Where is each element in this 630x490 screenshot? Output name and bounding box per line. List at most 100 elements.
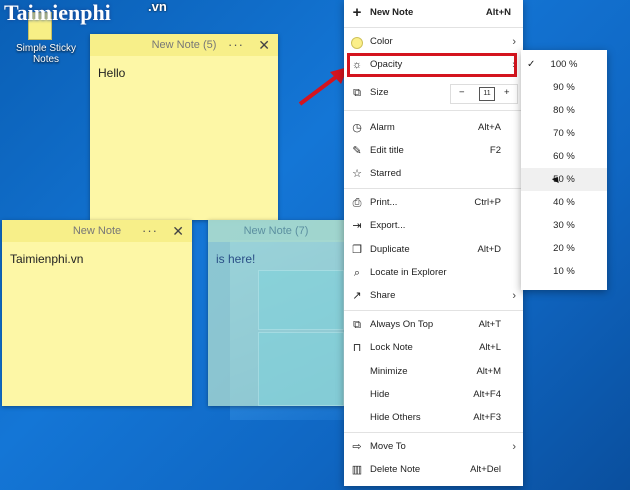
menu-item-new-note[interactable]: + New Note Alt+N [344,2,523,24]
close-icon[interactable]: ✕ [172,220,184,242]
menu-item-shortcut: Ctrl+P [474,197,501,208]
menu-item-shortcut: Alt+L [479,342,501,353]
menu-item-duplicate[interactable]: ❐ Duplicate Alt+D [344,239,523,261]
menu-item-label: Print... [370,197,398,208]
note-title: New Note (7) [243,225,309,237]
note-titlebar[interactable]: New Note (5) ··· ✕ [90,34,278,56]
context-menu: + New Note Alt+N Color › ☼ Opacity › ⧉ S… [344,0,523,486]
menu-item-label: Starred [370,168,402,179]
menu-item-label: Minimize [370,366,408,377]
menu-item-export[interactable]: ⇥ Export... [344,215,523,237]
menu-item-shortcut: Alt+Del [470,464,501,475]
menu-item-shortcut: Alt+M [476,366,501,377]
menu-divider [344,310,523,311]
opacity-option-90[interactable]: 90 % [521,76,607,99]
size-icon: ⧉ [353,87,361,99]
menu-item-label: Alarm [370,122,395,133]
opacity-option-label: 20 % [553,243,575,254]
menu-item-shortcut: Alt+F4 [473,389,501,400]
menu-item-label: Duplicate [370,244,410,255]
menu-item-shortcut: Alt+F3 [473,412,501,423]
menu-item-move-to[interactable]: ⇨ Move To › [344,436,523,458]
menu-item-size[interactable]: ⧉ Size − 11 + [344,82,523,104]
opacity-option-10[interactable]: 10 % [521,260,607,283]
menu-item-label: Color [370,36,393,47]
more-options-icon[interactable]: ··· [228,34,244,56]
opacity-option-30[interactable]: 30 % [521,214,607,237]
menu-item-share[interactable]: ↗ Share › [344,285,523,307]
opacity-option-100[interactable]: ✓ 100 % [521,53,607,76]
note-titlebar[interactable]: New Note ··· ✕ [2,220,192,242]
opacity-option-50[interactable]: 50 % [521,168,607,191]
menu-divider [344,27,523,28]
opacity-option-label: 10 % [553,266,575,277]
menu-item-label: New Note [370,7,414,18]
menu-item-label: Lock Note [370,342,413,353]
menu-item-starred[interactable]: ☆ Starred [344,163,523,185]
opacity-option-label: 90 % [553,82,575,93]
menu-item-hide[interactable]: Hide Alt+F4 [344,384,523,406]
menu-item-label: Export... [370,220,406,231]
lock-icon: ⊓ [352,342,362,354]
size-increase-button[interactable]: + [504,82,510,104]
plus-icon: + [352,4,362,21]
menu-item-edit-title[interactable]: ✎ Edit title F2 [344,140,523,162]
brand-logo-suffix: .vn [148,0,167,14]
menu-item-label: Hide Others [370,412,421,423]
move-to-icon: ⇨ [352,441,362,453]
more-options-icon[interactable]: ··· [142,220,158,242]
opacity-option-60[interactable]: 60 % [521,145,607,168]
sticky-note-3[interactable]: New Note (7) is here! [208,220,344,406]
menu-item-locate-in-explorer[interactable]: ⌕ Locate in Explorer [344,262,523,284]
menu-item-color[interactable]: Color › [344,31,523,53]
size-value: 11 [479,87,495,101]
menu-divider [344,432,523,433]
wallpaper-pane [258,270,344,330]
menu-item-shortcut: Alt+D [477,244,502,255]
chevron-right-icon: › [512,441,516,453]
sticky-note-1[interactable]: New Note (5) ··· ✕ Hello [90,34,278,220]
menu-item-minimize[interactable]: Minimize Alt+M [344,361,523,383]
opacity-option-80[interactable]: 80 % [521,99,607,122]
alarm-icon: ◷ [352,122,362,134]
note-titlebar[interactable]: New Note (7) [208,220,344,242]
menu-item-label: Delete Note [370,464,421,475]
opacity-option-70[interactable]: 70 % [521,122,607,145]
menu-item-delete-note[interactable]: ▥ Delete Note Alt+Del [344,459,523,481]
menu-divider [344,110,523,111]
opacity-option-label: 30 % [553,220,575,231]
note-body[interactable]: Taimienphi.vn [2,242,192,276]
menu-item-label: Hide [370,389,390,400]
star-icon: ☆ [352,168,362,180]
opacity-option-label: 40 % [553,197,575,208]
opacity-option-label: 80 % [553,105,575,116]
menu-item-shortcut: Alt+A [478,122,501,133]
sticky-note-2[interactable]: New Note ··· ✕ Taimienphi.vn [2,220,192,406]
opacity-option-40[interactable]: 40 % [521,191,607,214]
close-icon[interactable]: ✕ [258,34,270,56]
menu-item-hide-others[interactable]: Hide Others Alt+F3 [344,407,523,429]
note-body[interactable]: Hello [90,56,278,90]
menu-item-always-on-top[interactable]: ⧉ Always On Top Alt+T [344,314,523,336]
desktop-icon-label: Simple Sticky Notes [15,43,76,65]
size-decrease-button[interactable]: − [459,82,465,104]
always-on-top-icon: ⧉ [353,319,361,331]
print-icon: ⎙ [352,197,362,209]
opacity-option-label: 70 % [553,128,575,139]
opacity-option-20[interactable]: 20 % [521,237,607,260]
menu-item-label: Locate in Explorer [370,267,447,278]
menu-item-alarm[interactable]: ◷ Alarm Alt+A [344,117,523,139]
duplicate-icon: ❐ [352,244,362,256]
menu-item-label: Move To [370,441,406,452]
menu-item-shortcut: Alt+T [478,319,501,330]
menu-item-label: Share [370,290,396,301]
brand-logo: Taimienphi [4,0,111,25]
opacity-submenu: ✓ 100 % 90 % 80 % 70 % 60 % 50 % 40 % 30… [521,50,607,290]
chevron-right-icon: › [512,290,516,302]
menu-item-label: Size [370,87,389,98]
opacity-option-label: 60 % [553,151,575,162]
share-icon: ↗ [352,290,362,302]
menu-item-lock-note[interactable]: ⊓ Lock Note Alt+L [344,337,523,359]
menu-item-print[interactable]: ⎙ Print... Ctrl+P [344,192,523,214]
locate-icon: ⌕ [353,267,361,279]
